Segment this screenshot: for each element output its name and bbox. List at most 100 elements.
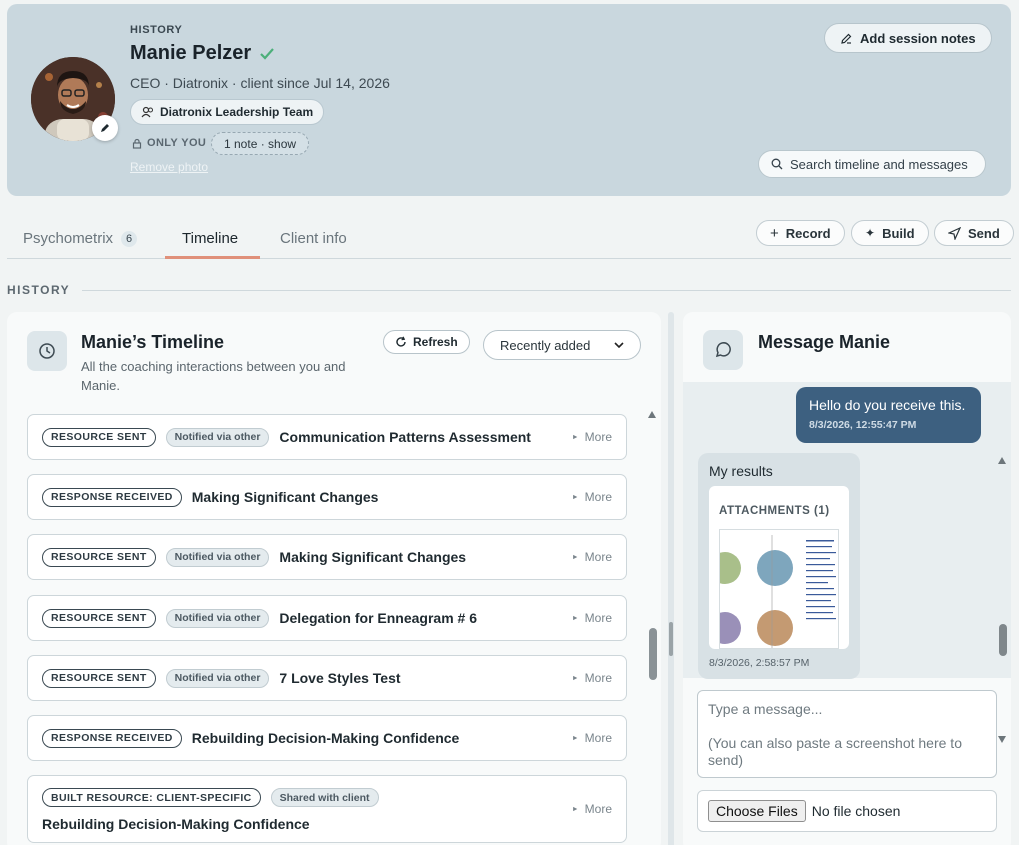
- resizer-grip[interactable]: [669, 622, 673, 656]
- add-notes-label: Add session notes: [860, 30, 976, 46]
- sort-select[interactable]: Recently added: [483, 330, 641, 360]
- history-divider: HISTORY: [7, 283, 1011, 297]
- chat-bubble-icon: [703, 330, 743, 370]
- add-session-notes-button[interactable]: Add session notes: [824, 23, 992, 53]
- status-badge: BUILT RESOURCE: CLIENT-SPECIFIC: [42, 788, 261, 807]
- sort-value: Recently added: [500, 337, 591, 353]
- more-toggle[interactable]: ► More: [572, 611, 612, 625]
- caret-right-icon: ►: [571, 553, 579, 561]
- more-label: More: [584, 731, 612, 745]
- tab-label: Psychometrix: [23, 230, 114, 247]
- more-label: More: [584, 671, 612, 685]
- tab-psychometrix[interactable]: Psychometrix 6: [23, 218, 138, 259]
- file-status: No file chosen: [811, 803, 901, 819]
- item-title: Rebuilding Decision-Making Confidence: [191, 730, 460, 746]
- timeline-item[interactable]: RESOURCE SENT Notified via other Delegat…: [27, 595, 627, 641]
- tab-label: Timeline: [182, 230, 239, 247]
- clock-icon: [27, 331, 67, 371]
- only-you-label: ONLY YOU: [132, 137, 206, 149]
- timeline-item[interactable]: BUILT RESOURCE: CLIENT-SPECIFIC Shared w…: [27, 775, 627, 843]
- plus-icon: +: [770, 224, 779, 242]
- more-label: More: [584, 490, 612, 504]
- more-toggle[interactable]: ► More: [572, 490, 612, 504]
- tab-label: Client info: [280, 230, 347, 247]
- timeline-item[interactable]: RESOURCE SENT Notified via other Making …: [27, 534, 627, 580]
- remove-photo-link[interactable]: Remove photo: [130, 160, 208, 174]
- attachment-thumbnail[interactable]: [719, 529, 839, 649]
- search-icon: [771, 158, 783, 170]
- users-icon: [141, 106, 153, 118]
- panel-resizer[interactable]: [668, 312, 674, 845]
- scroll-up-arrow[interactable]: [648, 411, 656, 418]
- only-you-text: ONLY YOU: [147, 137, 207, 149]
- status-badge: RESOURCE SENT: [42, 668, 156, 688]
- timeline-item[interactable]: RESPONSE RECEIVED Rebuilding Decision-Ma…: [27, 715, 627, 761]
- message-scrollbar-thumb[interactable]: [999, 624, 1007, 656]
- caret-right-icon: ►: [571, 614, 579, 622]
- team-label: Diatronix Leadership Team: [160, 105, 314, 119]
- edit-icon: [841, 33, 852, 44]
- status-badge: RESOURCE SENT: [42, 547, 156, 567]
- more-toggle[interactable]: ► More: [572, 802, 612, 816]
- more-toggle[interactable]: ► More: [572, 550, 612, 564]
- timeline-item[interactable]: RESOURCE SENT Notified via other Communi…: [27, 414, 627, 460]
- notified-badge: Notified via other: [165, 668, 270, 688]
- tab-count-badge: 6: [121, 230, 138, 247]
- scroll-down-arrow[interactable]: [998, 736, 1006, 743]
- search-timeline-input[interactable]: Search timeline and messages: [758, 150, 986, 178]
- section-label: HISTORY: [130, 24, 183, 36]
- timeline-item[interactable]: RESPONSE RECEIVED Making Significant Cha…: [27, 474, 627, 520]
- edit-photo-button[interactable]: [92, 115, 118, 141]
- timeline-panel: Manie’s Timeline All the coaching intera…: [7, 312, 661, 845]
- tab-client-info[interactable]: Client info: [280, 218, 347, 259]
- item-title: Delegation for Enneagram # 6: [279, 610, 478, 626]
- send-icon: [948, 226, 961, 240]
- search-placeholder: Search timeline and messages: [790, 156, 968, 172]
- send-button[interactable]: Send: [934, 220, 1014, 246]
- lock-icon: [132, 138, 142, 149]
- timeline-scrollbar-thumb[interactable]: [649, 628, 657, 680]
- timeline-item[interactable]: RESOURCE SENT Notified via other 7 Love …: [27, 655, 627, 701]
- refresh-icon: [396, 336, 406, 347]
- more-label: More: [584, 802, 612, 816]
- caret-right-icon: ►: [571, 734, 579, 742]
- timeline-title: Manie’s Timeline: [81, 332, 225, 352]
- record-button[interactable]: + Record: [756, 220, 845, 246]
- item-title: 7 Love Styles Test: [279, 670, 401, 686]
- choose-files-button[interactable]: Choose Files: [708, 800, 806, 822]
- caret-right-icon: ►: [571, 493, 579, 501]
- caret-right-icon: ►: [571, 674, 579, 682]
- message-text: My results: [709, 463, 773, 479]
- team-pill[interactable]: Diatronix Leadership Team: [130, 99, 325, 125]
- more-toggle[interactable]: ► More: [572, 430, 612, 444]
- status-badge: RESOURCE SENT: [42, 608, 156, 628]
- refresh-label: Refresh: [413, 335, 458, 349]
- pencil-icon: [101, 124, 109, 132]
- verified-check-icon: [260, 47, 274, 60]
- notified-badge: Notified via other: [165, 608, 270, 628]
- file-input[interactable]: Choose Files No file chosen: [697, 790, 997, 832]
- chevron-down-icon: [614, 342, 624, 348]
- item-title: Making Significant Changes: [279, 549, 467, 565]
- message-thread[interactable]: Hello do you receive this. 8/3/2026, 12:…: [683, 382, 1011, 743]
- build-button[interactable]: ✦ Build: [851, 220, 929, 246]
- more-toggle[interactable]: ► More: [572, 731, 612, 745]
- scroll-up-arrow[interactable]: [998, 457, 1006, 464]
- refresh-button[interactable]: Refresh: [383, 330, 470, 354]
- more-label: More: [584, 430, 612, 444]
- sparkle-icon: ✦: [865, 226, 876, 240]
- message-input[interactable]: Type a message... (You can also paste a …: [697, 690, 997, 778]
- outgoing-message: Hello do you receive this. 8/3/2026, 12:…: [796, 387, 981, 443]
- notes-show-toggle[interactable]: 1 note · show: [211, 132, 310, 155]
- record-label: Record: [785, 225, 831, 241]
- more-toggle[interactable]: ► More: [572, 671, 612, 685]
- incoming-message: My results ATTACHMENTS (1) 8/3/2026, 2:5…: [698, 453, 860, 679]
- message-timestamp: 8/3/2026, 2:58:57 PM: [709, 657, 810, 669]
- send-label: Send: [968, 225, 1000, 241]
- client-header: HISTORY Manie Pelzer CEO · Diatronix · c…: [7, 4, 1011, 196]
- tab-timeline[interactable]: Timeline: [182, 218, 238, 259]
- message-panel: Message Manie Hello do you receive this.…: [683, 312, 1011, 845]
- attachment-card[interactable]: ATTACHMENTS (1): [709, 486, 849, 649]
- caret-right-icon: ►: [571, 433, 579, 441]
- status-badge: RESPONSE RECEIVED: [42, 728, 182, 748]
